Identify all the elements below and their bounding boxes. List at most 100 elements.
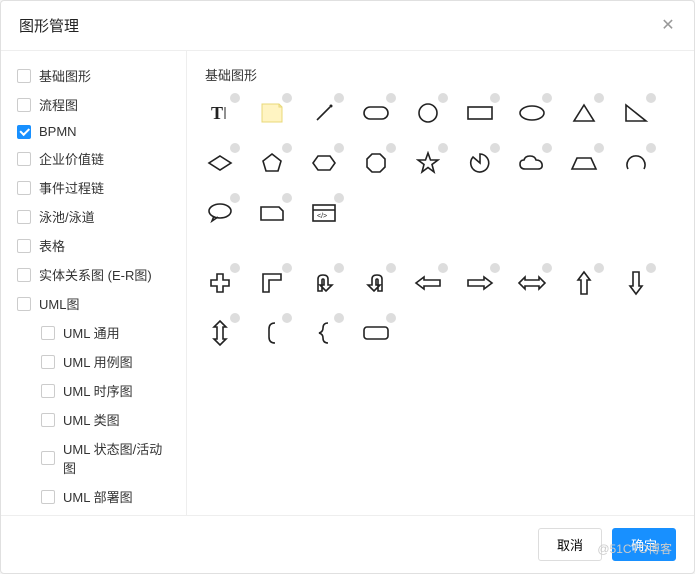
category-label: UML 通用 — [63, 323, 120, 342]
rect-icon[interactable] — [465, 98, 495, 128]
dialog-footer: 取消 确定 — [1, 515, 694, 573]
note-icon[interactable] — [257, 98, 287, 128]
rounded-rect-icon[interactable] — [361, 98, 391, 128]
category-item[interactable]: 事件过程链 — [1, 173, 186, 202]
corner-icon[interactable] — [257, 268, 287, 298]
section-title: 基础图形 — [205, 65, 676, 84]
category-item[interactable]: BPMN — [1, 119, 186, 144]
badge-icon — [594, 143, 604, 153]
cross-icon[interactable] — [205, 268, 235, 298]
checkbox[interactable] — [41, 413, 55, 427]
brace-icon[interactable] — [309, 318, 339, 348]
category-label: UML 类图 — [63, 410, 120, 429]
category-label: UML 时序图 — [63, 381, 133, 400]
badge-icon — [438, 143, 448, 153]
bracket-left-icon[interactable] — [257, 318, 287, 348]
category-item[interactable]: UML 时序图 — [1, 376, 186, 405]
checkbox[interactable] — [17, 125, 31, 139]
arrow-left-icon[interactable] — [413, 268, 443, 298]
arc-icon[interactable] — [621, 148, 651, 178]
shape-management-dialog: 图形管理 ✕ 基础图形流程图 BPMN 企业价值链事件过程链泳池/泳道表格实体关系图… — [0, 0, 695, 574]
category-item[interactable]: UML 状态图/活动图 — [1, 434, 186, 482]
cancel-button[interactable]: 取消 — [538, 528, 602, 561]
arrow-down-icon[interactable] — [621, 268, 651, 298]
arrow-up-icon[interactable] — [569, 268, 599, 298]
ellipse-icon[interactable] — [517, 98, 547, 128]
trapezoid-icon[interactable] — [569, 148, 599, 178]
badge-icon — [282, 313, 292, 323]
category-item[interactable]: 泳池/泳道 — [1, 202, 186, 231]
checkbox[interactable] — [17, 69, 31, 83]
rounded-rect2-icon[interactable] — [361, 318, 391, 348]
category-label: UML图 — [39, 294, 79, 313]
category-item[interactable]: UML 用例图 — [1, 347, 186, 376]
badge-icon — [230, 263, 240, 273]
pie-icon[interactable] — [465, 148, 495, 178]
close-icon[interactable]: ✕ — [660, 18, 676, 34]
dialog-header: 图形管理 ✕ — [1, 1, 694, 51]
checkbox[interactable] — [41, 355, 55, 369]
speech-bubble-icon[interactable] — [205, 198, 235, 228]
category-label: UML 状态图/活动图 — [63, 439, 170, 477]
star-icon[interactable] — [413, 148, 443, 178]
badge-icon — [334, 143, 344, 153]
cloud-icon[interactable] — [517, 148, 547, 178]
badge-icon — [594, 263, 604, 273]
category-item[interactable]: 企业价值链 — [1, 144, 186, 173]
category-label: 企业价值链 — [39, 149, 104, 168]
uturn-left-icon[interactable] — [361, 268, 391, 298]
html-frame-icon[interactable]: </> — [309, 198, 339, 228]
badge-icon — [490, 263, 500, 273]
checkbox[interactable] — [17, 239, 31, 253]
badge-icon — [646, 93, 656, 103]
badge-icon — [438, 93, 448, 103]
pentagon-icon[interactable] — [257, 148, 287, 178]
arrow-vertical-icon[interactable] — [205, 318, 235, 348]
arrow-right-icon[interactable] — [465, 268, 495, 298]
checkbox[interactable] — [17, 297, 31, 311]
checkbox[interactable] — [17, 210, 31, 224]
category-item[interactable]: 表格 — [1, 231, 186, 260]
checkbox[interactable] — [41, 451, 55, 465]
category-label: 表格 — [39, 236, 65, 255]
checkbox[interactable] — [41, 490, 55, 504]
checkbox[interactable] — [17, 152, 31, 166]
wand-icon[interactable] — [309, 98, 339, 128]
badge-icon — [542, 93, 552, 103]
uturn-right-icon[interactable] — [309, 268, 339, 298]
octagon-icon[interactable] — [361, 148, 391, 178]
shape-panel: 基础图形 T </> — [187, 51, 694, 515]
checkbox[interactable] — [17, 268, 31, 282]
badge-icon — [334, 93, 344, 103]
shape-grid-basic: T </> — [205, 98, 676, 228]
category-item[interactable]: UML 通用 — [1, 318, 186, 347]
category-item[interactable]: UML 部署图 — [1, 482, 186, 511]
badge-icon — [334, 263, 344, 273]
category-label: 实体关系图 (E-R图) — [39, 265, 152, 284]
badge-icon — [230, 93, 240, 103]
category-item[interactable]: 流程图 — [1, 90, 186, 119]
badge-icon — [386, 93, 396, 103]
arrow-both-icon[interactable] — [517, 268, 547, 298]
badge-icon — [282, 193, 292, 203]
checkbox[interactable] — [41, 326, 55, 340]
category-label: BPMN — [39, 124, 77, 139]
dialog-body: 基础图形流程图 BPMN 企业价值链事件过程链泳池/泳道表格实体关系图 (E-R图)… — [1, 51, 694, 515]
category-item[interactable]: 基础图形 — [1, 61, 186, 90]
right-triangle-icon[interactable] — [621, 98, 651, 128]
confirm-button[interactable]: 确定 — [612, 528, 676, 561]
category-item[interactable]: UML 类图 — [1, 405, 186, 434]
badge-icon — [334, 313, 344, 323]
checkbox[interactable] — [17, 181, 31, 195]
checkbox[interactable] — [17, 98, 31, 112]
text-icon[interactable]: T — [205, 98, 235, 128]
triangle-icon[interactable] — [569, 98, 599, 128]
category-item[interactable]: UML图 — [1, 289, 186, 318]
diamond-icon[interactable] — [205, 148, 235, 178]
checkbox[interactable] — [41, 384, 55, 398]
category-label: 泳池/泳道 — [39, 207, 95, 226]
category-item[interactable]: 实体关系图 (E-R图) — [1, 260, 186, 289]
circle-icon[interactable] — [413, 98, 443, 128]
card-icon[interactable] — [257, 198, 287, 228]
hexagon-icon[interactable] — [309, 148, 339, 178]
